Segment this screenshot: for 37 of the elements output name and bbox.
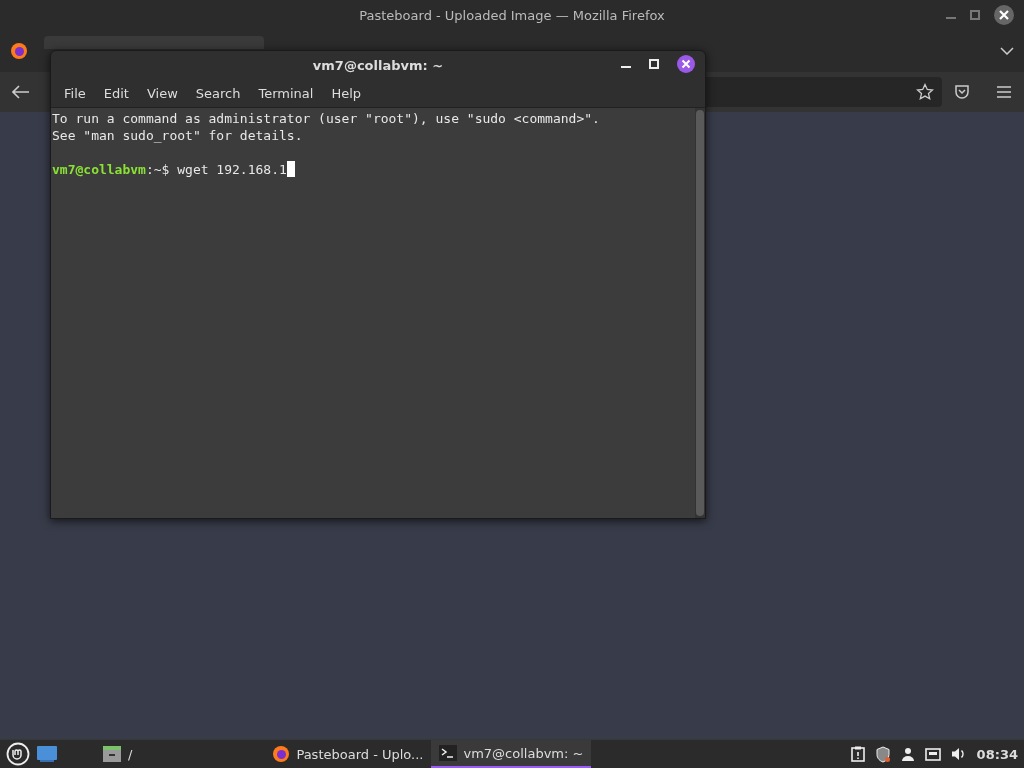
menu-item[interactable]: View	[137, 85, 187, 101]
menu-icon[interactable]	[996, 85, 1012, 99]
taskbar-item[interactable]: vm7@collabvm: ~	[431, 740, 592, 768]
menu-item[interactable]: Help	[322, 85, 371, 101]
user-icon[interactable]	[900, 747, 915, 761]
close-icon[interactable]	[994, 5, 1014, 25]
mint-menu-icon[interactable]	[6, 742, 30, 766]
clock: 08:34	[976, 746, 1018, 762]
menu-item[interactable]: Terminal	[249, 85, 323, 101]
menu-item[interactable]: Search	[186, 85, 250, 101]
terminal-icon	[439, 745, 458, 761]
close-icon[interactable]	[677, 55, 695, 73]
star-icon[interactable]	[916, 83, 934, 101]
window-title: Pasteboard - Uploaded Image — Mozilla Firefox	[359, 7, 665, 23]
scrollbar-thumb[interactable]	[696, 110, 704, 516]
firefox-icon[interactable]	[272, 745, 291, 763]
back-arrow-icon[interactable]	[12, 85, 30, 99]
desktop-icon[interactable]	[36, 745, 58, 763]
volume-icon[interactable]	[950, 747, 967, 761]
chevron-down-icon[interactable]	[1000, 47, 1014, 55]
terminal-command: wget 192.168.1	[177, 162, 287, 177]
terminal-line: See "man sudo_root" for details.	[52, 127, 304, 144]
folder-icon	[102, 745, 122, 763]
shield-icon[interactable]	[874, 745, 891, 763]
network-icon[interactable]	[924, 747, 941, 761]
terminal-line: To run a command as administrator (user "root"), use "sudo <command>".	[52, 110, 601, 127]
prompt-path: :~$	[145, 162, 170, 177]
text-cursor	[286, 161, 295, 177]
menu-item[interactable]: File	[55, 85, 95, 101]
menu-item[interactable]: Edit	[94, 85, 138, 101]
pocket-icon[interactable]	[954, 84, 970, 100]
prompt-user-host: vm7@collabvm	[52, 162, 146, 177]
taskbar-item[interactable]: /	[94, 740, 141, 768]
firefox-icon[interactable]	[10, 42, 28, 60]
clipboard-icon[interactable]	[850, 746, 865, 762]
taskbar-item[interactable]: Pasteboard - Uplo...	[264, 740, 432, 768]
window-title: vm7@collabvm: ~	[312, 57, 444, 73]
